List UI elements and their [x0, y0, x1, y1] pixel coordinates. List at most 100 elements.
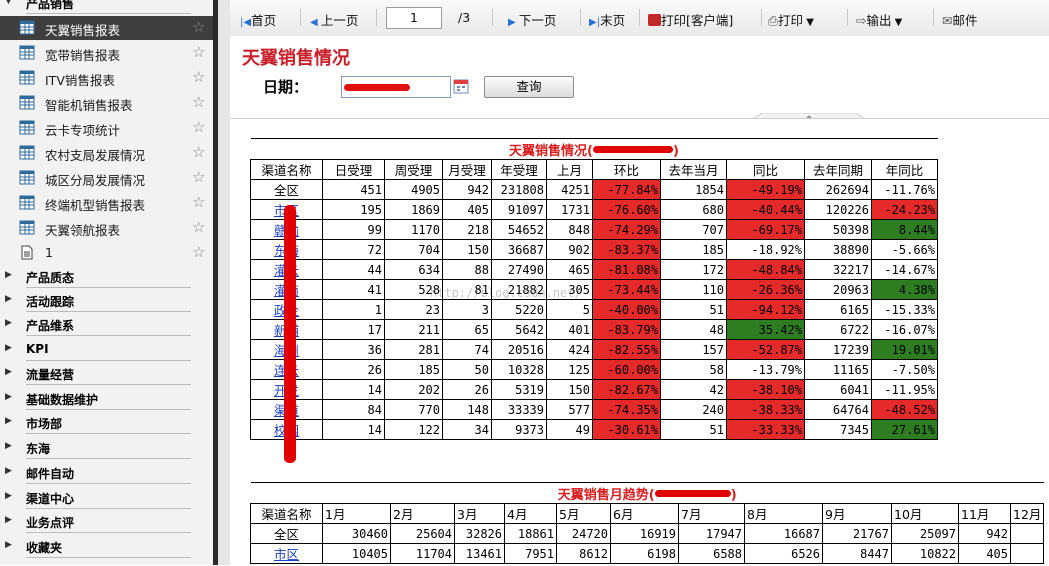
- sidebar-section[interactable]: ▶ 收藏夹: [0, 535, 213, 559]
- table-cell: 185: [384, 359, 443, 380]
- page-number-input[interactable]: [386, 7, 442, 29]
- star-icon[interactable]: ☆: [192, 68, 205, 86]
- star-icon[interactable]: ☆: [192, 218, 205, 236]
- sidebar-item-report[interactable]: 智能机销售报表 ☆: [0, 91, 213, 115]
- collapse-toggle[interactable]: [748, 110, 870, 122]
- table-cell: 405: [442, 199, 492, 220]
- sidebar-section-label: 渠道中心: [26, 492, 75, 506]
- divider: [26, 557, 191, 558]
- sidebar-section-product-sales[interactable]: ▼ 产品销售: [0, 0, 213, 15]
- table-cell: 157: [660, 339, 727, 360]
- query-button[interactable]: 查询: [484, 76, 574, 98]
- table-cell: 25604: [390, 523, 455, 544]
- table-cell: -82.67%: [592, 379, 661, 400]
- table-cell: 99: [322, 219, 385, 240]
- calendar-button[interactable]: [452, 76, 470, 98]
- table-row: 全区 30460 25604 32826 18861 24720 16919 17947 166…: [250, 523, 1045, 544]
- star-icon[interactable]: ☆: [192, 18, 205, 36]
- report-icon: [19, 145, 35, 160]
- sidebar-item-report[interactable]: 云卡专项统计 ☆: [0, 116, 213, 140]
- column-header: 环比: [592, 159, 661, 180]
- export-button[interactable]: ⇨输出 ▼: [856, 10, 902, 29]
- table-cell: -11.95%: [871, 379, 938, 400]
- star-icon[interactable]: ☆: [192, 43, 205, 61]
- table-cell: -74.35%: [592, 399, 661, 420]
- table-cell: 24720: [556, 523, 611, 544]
- date-input[interactable]: [341, 76, 451, 98]
- table-cell: 6588: [678, 543, 745, 564]
- chevron-right-icon: ▶: [5, 491, 12, 501]
- table-cell: 58: [660, 359, 727, 380]
- divider: [26, 409, 191, 410]
- print-client-button[interactable]: 打印[客户端]: [648, 10, 733, 29]
- star-icon[interactable]: ☆: [192, 118, 205, 136]
- sidebar-item-report[interactable]: 终端机型销售报表 ☆: [0, 191, 213, 215]
- table-cell: 1731: [546, 199, 593, 220]
- sidebar-item-report[interactable]: ITV销售报表 ☆: [0, 66, 213, 90]
- sidebar-section[interactable]: ▶ 东海: [0, 436, 213, 460]
- sidebar-section[interactable]: ▶ 市场部: [0, 411, 213, 435]
- sidebar-item-report[interactable]: 农村支局发展情况 ☆: [0, 141, 213, 165]
- sidebar-section[interactable]: ▶ 邮件自动: [0, 461, 213, 485]
- divider: [26, 311, 191, 312]
- sidebar-section[interactable]: ▶ KPI: [0, 338, 213, 362]
- report-header: 天翼销售情况 日期： 查询: [230, 36, 1049, 122]
- report-icon: [19, 195, 35, 210]
- table-cell: -82.55%: [592, 339, 661, 360]
- sidebar-section[interactable]: ▶ 活动跟踪: [0, 289, 213, 313]
- table-row: 赣榆99117021854652848-74.29%707-69.17%5039…: [250, 219, 938, 240]
- table-cell: 848: [546, 219, 593, 240]
- table-title-text: 天翼销售情况: [509, 143, 588, 159]
- table-cell: 6198: [610, 543, 679, 564]
- table-cell: 65: [442, 319, 492, 340]
- sidebar-item-report[interactable]: 天翼销售报表 ☆: [0, 16, 213, 40]
- star-icon[interactable]: ☆: [192, 143, 205, 161]
- sidebar-section[interactable]: ▶ 渠道中心: [0, 486, 213, 510]
- table-cell: 1869: [384, 199, 443, 220]
- sidebar-item-report[interactable]: 城区分局发展情况 ☆: [0, 166, 213, 190]
- table-cell: -30.61%: [592, 419, 661, 440]
- table-cell: 125: [546, 359, 593, 380]
- star-icon[interactable]: ☆: [192, 93, 205, 111]
- divider: [26, 335, 191, 336]
- sidebar-item-report[interactable]: 宽带销售报表 ☆: [0, 41, 213, 65]
- table-row: 市区1951869405910971731-76.60%680-40.44%12…: [250, 199, 938, 220]
- next-page-button[interactable]: ▶ 下一页: [508, 10, 556, 29]
- star-icon[interactable]: ☆: [192, 243, 205, 261]
- column-header: 6月: [610, 503, 679, 524]
- table-cell: -83.37%: [592, 239, 661, 260]
- header-row: 渠道名称 1月 2月 3月 4月 5月 6月 7月 8月 9月 10月 11月 12月: [250, 503, 1045, 524]
- prev-page-button[interactable]: ◀ 上一页: [310, 10, 358, 29]
- star-icon[interactable]: ☆: [192, 193, 205, 211]
- channel-link[interactable]: 市区: [250, 543, 323, 564]
- table-cell: 88: [442, 259, 492, 280]
- chevron-down-icon: ▼: [891, 17, 903, 28]
- column-header: 11月: [958, 503, 1011, 524]
- print-button[interactable]: ⎙打印 ▼: [768, 10, 814, 29]
- table-cell: 5642: [491, 319, 547, 340]
- column-header: 去年同期: [804, 159, 872, 180]
- star-icon[interactable]: ☆: [192, 168, 205, 186]
- sidebar-section[interactable]: ▶ 流量经营: [0, 362, 213, 386]
- sidebar-section[interactable]: ▶ 业务点评: [0, 510, 213, 534]
- sidebar-section[interactable]: ▶ 产品维系: [0, 313, 213, 337]
- table-cell: 281: [384, 339, 443, 360]
- table-row: 东海7270415036687902-83.37%185-18.92%38890…: [250, 239, 938, 260]
- mail-button[interactable]: ✉邮件: [942, 10, 978, 29]
- sidebar-item-report[interactable]: 天翼领航报表 ☆: [0, 216, 213, 240]
- sidebar-section[interactable]: ▶ 产品质态: [0, 265, 213, 289]
- column-header: 年同比: [871, 159, 938, 180]
- sidebar-item-report[interactable]: 1 ☆: [0, 241, 213, 265]
- last-page-button[interactable]: ▶|末页: [589, 10, 625, 29]
- table-cell: 405: [958, 543, 1011, 564]
- table-title: 天翼销售情况(): [250, 138, 938, 160]
- table-cell: 704: [384, 239, 443, 260]
- table-cell: 6041: [804, 379, 872, 400]
- table-cell: 20516: [491, 339, 547, 360]
- column-header: 周受理: [384, 159, 443, 180]
- first-page-button[interactable]: |◀首页: [240, 10, 276, 29]
- table-cell: 25097: [891, 523, 959, 544]
- sidebar-section[interactable]: ▶ 基础数据维护: [0, 387, 213, 411]
- divider: [26, 13, 191, 14]
- report-icon: [19, 120, 35, 135]
